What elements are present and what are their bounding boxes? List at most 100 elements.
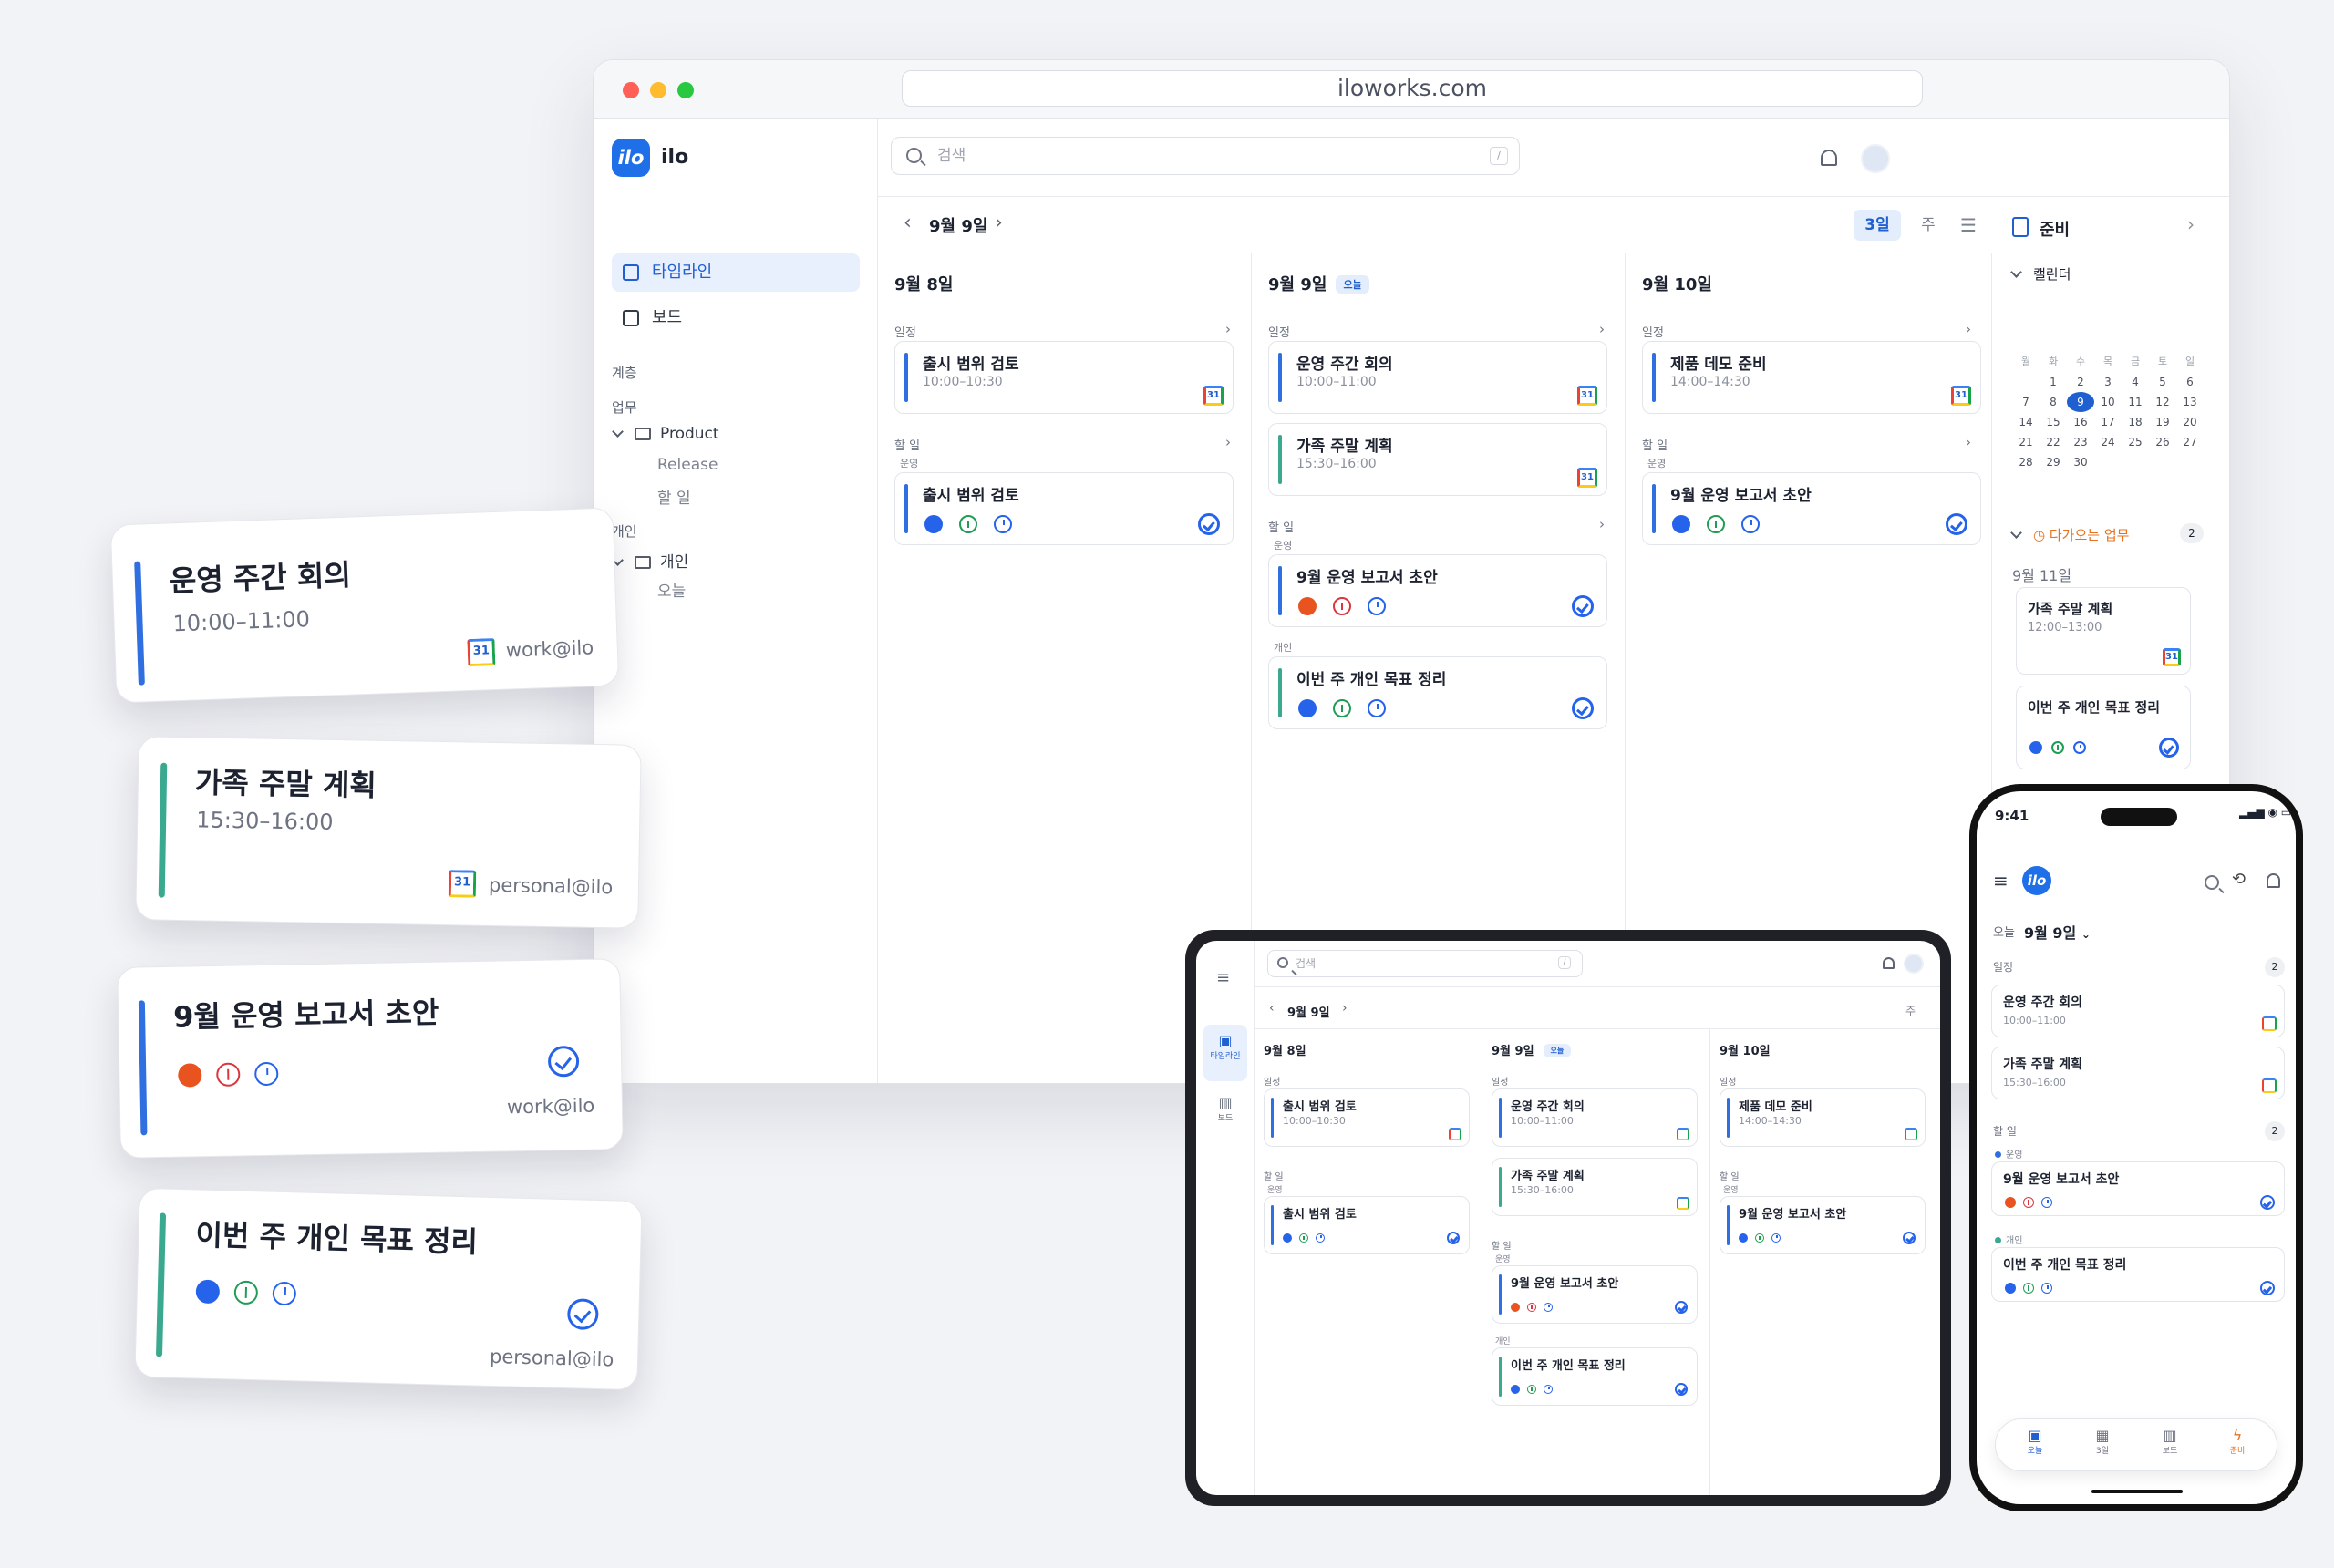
- avatar[interactable]: [1904, 954, 1924, 974]
- current-date: 9월 9일: [929, 217, 988, 236]
- chevron-right-icon[interactable]: ›: [1966, 434, 1971, 450]
- phone-date[interactable]: 9월 9일 ⌄: [2024, 921, 2091, 943]
- next-arrow-icon[interactable]: ›: [1342, 1001, 1348, 1016]
- bell-icon[interactable]: [1883, 957, 1895, 969]
- nav-timeline[interactable]: 타임라인: [612, 253, 860, 292]
- search-icon[interactable]: [2205, 875, 2219, 890]
- check-circle-icon[interactable]: [1198, 513, 1220, 535]
- tab-board[interactable]: ▥ 보드: [2149, 1427, 2191, 1456]
- check-circle-icon[interactable]: [1572, 697, 1594, 719]
- event-card[interactable]: 가족 주말 계획 15:30–16:00: [1492, 1158, 1698, 1216]
- tree-today[interactable]: 오늘: [657, 578, 686, 601]
- upcoming-task-card[interactable]: 이번 주 개인 목표 정리: [2016, 686, 2191, 769]
- event-card[interactable]: 가족 주말 계획 15:30–16:00 31: [1268, 423, 1607, 496]
- week-row[interactable]: 123456: [2012, 372, 2204, 392]
- check-circle-icon[interactable]: [1675, 1301, 1688, 1314]
- task-card[interactable]: 9월 운영 보고서 초안: [1642, 472, 1981, 545]
- week-row[interactable]: 21 22 23 24 25 26 27: [2012, 432, 2204, 452]
- priority-up-icon: [1299, 1233, 1308, 1243]
- prev-arrow-icon[interactable]: ‹: [1269, 1001, 1275, 1016]
- task-card[interactable]: 9월 운영 보고서 초안: [1991, 1161, 2285, 1216]
- event-card[interactable]: 운영 주간 회의 10:00–11:00: [1991, 985, 2285, 1037]
- google-calendar-icon: 31: [1951, 386, 1971, 406]
- chevron-right-icon[interactable]: ›: [2187, 213, 2195, 235]
- check-circle-icon[interactable]: [1572, 595, 1594, 617]
- bell-icon[interactable]: [1821, 150, 1837, 166]
- next-arrow-icon[interactable]: ›: [995, 211, 1003, 234]
- prev-arrow-icon[interactable]: ‹: [904, 211, 912, 234]
- task-card[interactable]: 이번 주 개인 목표 정리: [1991, 1247, 2285, 1302]
- event-card[interactable]: 제품 데모 준비 14:00–14:30: [1720, 1088, 1926, 1147]
- event-card[interactable]: 가족 주말 계획 15:30–16:00: [1991, 1047, 2285, 1099]
- view-3day[interactable]: 3일: [1854, 210, 1901, 241]
- weekday-row: 월화수목금토일: [2020, 356, 2195, 367]
- menu-icon[interactable]: ≡: [1216, 968, 1230, 987]
- nav-board[interactable]: 보드: [612, 299, 860, 337]
- avatar[interactable]: [1861, 144, 1890, 173]
- tree-product[interactable]: Product: [612, 425, 719, 443]
- group-tasks: 할 일: [894, 439, 921, 453]
- upcoming-section[interactable]: ◷ 다가오는 업무: [2010, 525, 2129, 544]
- close-dot[interactable]: [623, 82, 639, 98]
- week-row[interactable]: 7 8 9 10 11 12 13: [2012, 392, 2204, 412]
- upcoming-event-card[interactable]: 가족 주말 계획 12:00–13:00 31: [2016, 587, 2191, 675]
- view-week[interactable]: 주: [1910, 210, 1947, 241]
- event-time: 14:00–14:30: [1670, 375, 1750, 389]
- status-dot-icon: [2029, 741, 2042, 754]
- event-card[interactable]: 제품 데모 준비 14:00–14:30 31: [1642, 341, 1981, 414]
- chevron-right-icon[interactable]: ›: [1225, 321, 1231, 337]
- tablet-search-input[interactable]: 검색 /: [1267, 950, 1583, 977]
- settings-sliders-icon[interactable]: ☰: [1952, 210, 1985, 241]
- menu-icon[interactable]: ≡: [1993, 870, 2009, 892]
- task-card[interactable]: 9월 운영 보고서 초안: [1268, 554, 1607, 627]
- chevron-right-icon[interactable]: ›: [1599, 516, 1605, 532]
- chevron-right-icon[interactable]: ›: [1599, 321, 1605, 337]
- tab-3day[interactable]: ▦ 3일: [2081, 1427, 2123, 1456]
- event-card[interactable]: 출시 범위 검토 10:00–10:30: [1264, 1088, 1470, 1147]
- check-circle-icon[interactable]: [1903, 1232, 1916, 1244]
- status-dot-icon: [2005, 1197, 2016, 1208]
- chevron-right-icon[interactable]: ›: [1225, 434, 1231, 450]
- search-input[interactable]: 검색 /: [891, 137, 1520, 175]
- tablet-nav-board[interactable]: ▥ 보드: [1203, 1094, 1247, 1145]
- task-title: 9월 운영 보고서 초안: [2003, 1172, 2120, 1187]
- label-ops: 운영: [900, 458, 919, 469]
- tab-prep[interactable]: ϟ 준비: [2216, 1427, 2258, 1456]
- status-dot-icon: [1511, 1385, 1520, 1394]
- tablet-nav-timeline[interactable]: ▣ 타임라인: [1203, 1025, 1247, 1081]
- calendar-section[interactable]: 캘린더: [2010, 264, 2071, 284]
- board-icon: ▥: [1218, 1094, 1233, 1111]
- task-card[interactable]: 이번 주 개인 목표 정리: [1492, 1347, 1698, 1406]
- check-circle-icon[interactable]: [1447, 1232, 1460, 1244]
- week-row[interactable]: 14 15 16 17 18 19 20: [2012, 412, 2204, 432]
- tree-release[interactable]: Release: [657, 456, 718, 474]
- check-circle-icon[interactable]: [2159, 738, 2179, 758]
- google-calendar-icon: [2262, 1016, 2277, 1031]
- clock-icon: ◷: [2033, 527, 2050, 543]
- week-row[interactable]: 28 29 30: [2012, 452, 2204, 472]
- chevron-right-icon[interactable]: ›: [1966, 321, 1971, 337]
- check-circle-icon[interactable]: [2260, 1281, 2275, 1295]
- check-circle-icon[interactable]: [1946, 513, 1967, 535]
- minimize-dot[interactable]: [650, 82, 666, 98]
- task-card[interactable]: 9월 운영 보고서 초안: [1720, 1196, 1926, 1254]
- event-card[interactable]: 출시 범위 검토 10:00–10:30 31: [894, 341, 1234, 414]
- task-card[interactable]: 출시 범위 검토: [894, 472, 1234, 545]
- check-circle-icon[interactable]: [2260, 1195, 2275, 1210]
- sync-icon[interactable]: ⟲: [2232, 870, 2246, 889]
- task-card[interactable]: 출시 범위 검토: [1264, 1196, 1470, 1254]
- bell-icon[interactable]: [2267, 873, 2280, 888]
- tab-today[interactable]: ▣ 오늘: [2014, 1427, 2056, 1456]
- task-card[interactable]: 이번 주 개인 목표 정리: [1268, 656, 1607, 729]
- today-badge: 오늘: [1543, 1044, 1572, 1057]
- tree-personal[interactable]: 개인: [612, 549, 688, 572]
- event-card[interactable]: 운영 주간 회의 10:00–11:00 31: [1268, 341, 1607, 414]
- url-bar[interactable]: iloworks.com: [902, 70, 1923, 107]
- tree-todo[interactable]: 할 일: [657, 485, 691, 508]
- event-card[interactable]: 운영 주간 회의 10:00–11:00: [1492, 1088, 1698, 1147]
- clock-icon: [1316, 1233, 1325, 1243]
- view-week[interactable]: 주: [1905, 1003, 1916, 1018]
- task-card[interactable]: 9월 운영 보고서 초안: [1492, 1265, 1698, 1324]
- maximize-dot[interactable]: [677, 82, 694, 98]
- check-circle-icon[interactable]: [1675, 1383, 1688, 1396]
